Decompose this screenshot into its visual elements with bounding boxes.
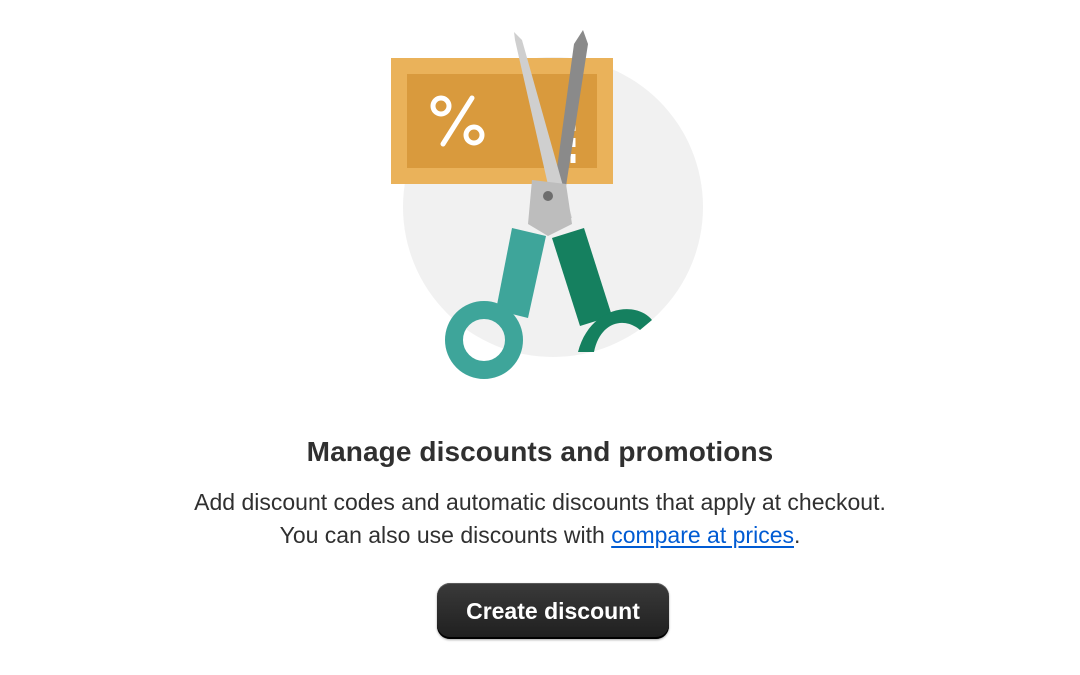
scissors-pivot	[543, 191, 553, 201]
discounts-empty-state: Manage discounts and promotions Add disc…	[0, 0, 1080, 675]
description-line-2-suffix: .	[794, 522, 801, 548]
empty-state-title: Manage discounts and promotions	[306, 436, 774, 467]
coupon-scissors-icon	[391, 30, 703, 379]
description-line-2: You can also use discounts with compare …	[0, 519, 1080, 552]
description-line-1: Add discount codes and automatic discoun…	[194, 489, 886, 515]
description-line-2-prefix: You can also use discounts with	[279, 522, 612, 548]
empty-state-description: Add discount codes and automatic discoun…	[0, 486, 1080, 552]
create-discount-button[interactable]: Create discount	[437, 583, 669, 639]
compare-at-prices-link[interactable]: compare at prices	[611, 522, 794, 548]
